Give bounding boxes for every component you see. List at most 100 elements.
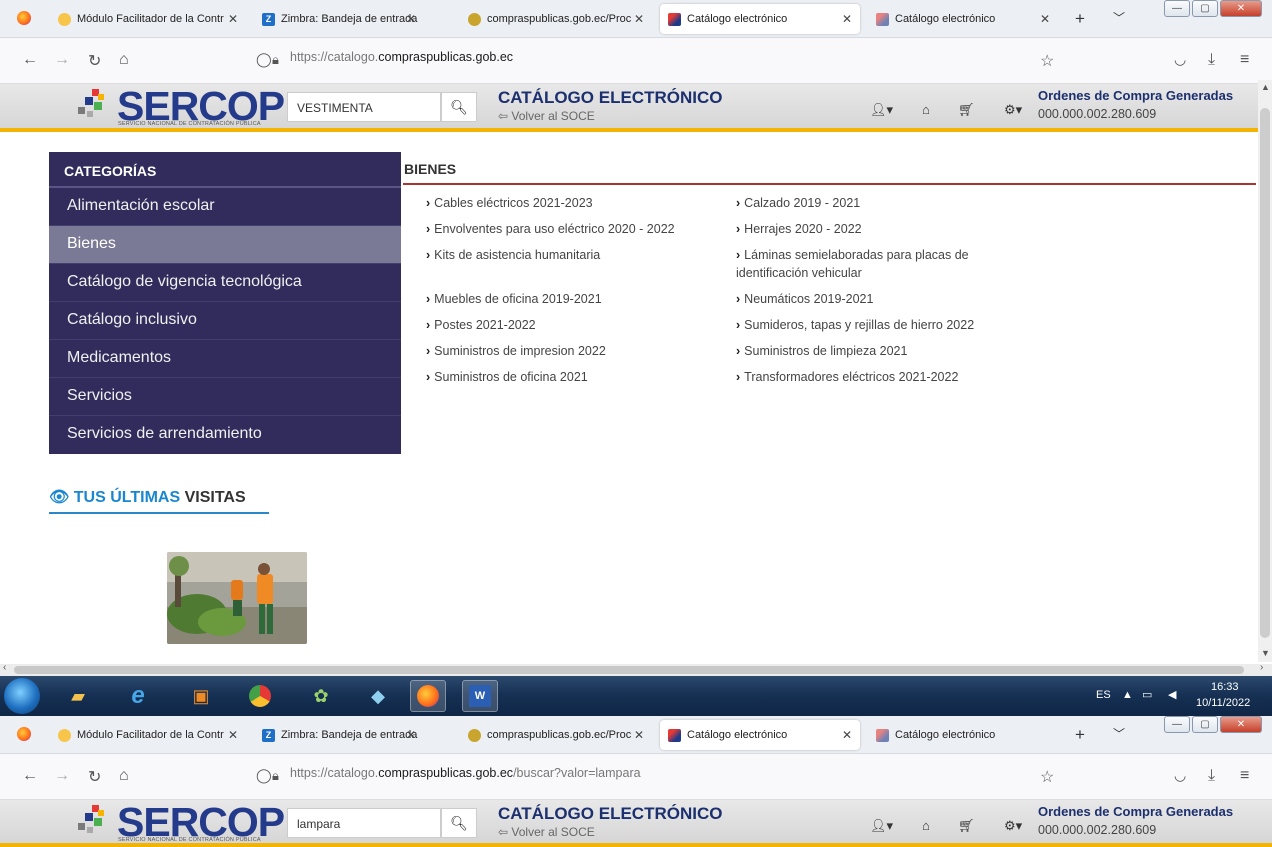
tab-3[interactable]: compraspublicas.gob.ec/Proc ✕	[460, 720, 652, 750]
network-icon[interactable]: ▭	[1142, 688, 1152, 701]
cart-icon[interactable]: 🛒︎	[958, 818, 975, 834]
user-menu-icon[interactable]: 👤︎▾	[870, 102, 893, 118]
minimize-icon[interactable]: —	[1164, 0, 1190, 17]
sidebar-item-bienes[interactable]: Bienes	[49, 226, 401, 264]
bienes-link[interactable]: › Neumáticos 2019-2021	[736, 290, 873, 308]
home-icon[interactable]: ⌂	[119, 51, 129, 69]
back-to-soce-link[interactable]: ⇦ Volver al SOCE	[498, 825, 595, 839]
bienes-link[interactable]: › Muebles de oficina 2019-2021	[426, 290, 602, 308]
menu-icon[interactable]: ≡	[1240, 767, 1249, 785]
firefox-icon[interactable]	[17, 727, 31, 741]
close-tab-icon[interactable]: ✕	[842, 12, 852, 26]
bienes-link[interactable]: › Calzado 2019 - 2021	[736, 194, 860, 212]
scroll-up-icon[interactable]: ▲	[1261, 82, 1270, 92]
search-button[interactable]: 🔍︎	[441, 92, 477, 122]
user-menu-icon[interactable]: 👤︎▾	[870, 818, 893, 834]
home-icon[interactable]: ⌂	[119, 767, 129, 785]
home-icon[interactable]: ⌂	[922, 102, 930, 117]
sidebar-item-alimentacion[interactable]: Alimentación escolar	[49, 188, 401, 226]
star-icon[interactable]: ☆	[1040, 51, 1054, 71]
sticky-notes-icon[interactable]: ◆	[360, 680, 396, 712]
language-indicator[interactable]: ES	[1096, 689, 1111, 701]
menu-icon[interactable]: ≡	[1240, 51, 1249, 69]
sidebar-item-servicios[interactable]: Servicios	[49, 378, 401, 416]
download-icon[interactable]: ⤓	[1208, 767, 1215, 785]
new-tab-icon[interactable]: +	[1075, 9, 1085, 29]
close-tab-icon[interactable]: ✕	[228, 728, 238, 742]
clock-date[interactable]: 10/11/2022	[1196, 697, 1250, 709]
firefox-icon[interactable]	[17, 11, 31, 25]
gear-icon[interactable]: ⚙▾	[1004, 818, 1022, 834]
scrollbar-thumb[interactable]	[1260, 108, 1270, 638]
close-window-icon[interactable]: ✕	[1220, 0, 1262, 17]
bienes-link[interactable]: › Cables eléctricos 2021-2023	[426, 194, 593, 212]
close-tab-icon[interactable]: ✕	[1040, 12, 1050, 26]
search-input[interactable]: lampara	[287, 808, 441, 838]
close-tab-icon[interactable]: ✕	[634, 728, 644, 742]
bienes-link[interactable]: › Kits de asistencia humanitaria	[426, 246, 600, 264]
forward-arrow-icon[interactable]: →	[54, 767, 70, 785]
clock-time[interactable]: 16:33	[1211, 681, 1239, 693]
bienes-link[interactable]: › Transformadores eléctricos 2021-2022	[736, 368, 958, 386]
tab-3[interactable]: compraspublicas.gob.ec/Proc ✕	[460, 4, 652, 34]
bienes-link[interactable]: › Herrajes 2020 - 2022	[736, 220, 862, 238]
minimize-icon[interactable]: —	[1164, 716, 1190, 733]
chrome-icon[interactable]	[242, 680, 278, 712]
bienes-link[interactable]: › Suministros de limpieza 2021	[736, 342, 907, 360]
tab-2[interactable]: Z Zimbra: Bandeja de entrada ✕	[254, 720, 424, 750]
recent-visit-thumbnail[interactable]	[167, 552, 307, 644]
app-icon[interactable]: ✿	[303, 680, 339, 712]
bienes-link[interactable]: › Suministros de impresion 2022	[426, 342, 606, 360]
sidebar-item-vigencia[interactable]: Catálogo de vigencia tecnológica	[49, 264, 401, 302]
new-tab-icon[interactable]: +	[1075, 725, 1085, 745]
close-window-icon[interactable]: ✕	[1220, 716, 1262, 733]
volume-icon[interactable]: ◀	[1168, 688, 1176, 701]
gear-icon[interactable]: ⚙▾	[1004, 102, 1022, 118]
start-button[interactable]	[4, 678, 40, 714]
tab-1[interactable]: Módulo Facilitador de la Contr ✕	[50, 4, 246, 34]
close-tab-icon[interactable]: ✕	[842, 728, 852, 742]
scroll-left-icon[interactable]: ‹	[3, 662, 6, 673]
internet-explorer-icon[interactable]: e	[120, 680, 156, 712]
star-icon[interactable]: ☆	[1040, 767, 1054, 787]
chevron-down-icon[interactable]: ﹀	[1113, 725, 1125, 742]
close-tab-icon[interactable]: ✕	[406, 728, 416, 742]
bienes-link[interactable]: › Láminas semielaboradas para placas de i…	[736, 246, 1006, 282]
tab-5[interactable]: Catálogo electrónico	[868, 720, 1058, 750]
pocket-icon[interactable]: ◡	[1174, 767, 1186, 784]
back-arrow-icon[interactable]: ←	[22, 51, 38, 69]
tab-4-active[interactable]: Catálogo electrónico ✕	[660, 4, 860, 34]
lock-icon[interactable]: 🔒︎	[272, 52, 279, 68]
download-icon[interactable]: ⤓	[1208, 51, 1215, 69]
url-bar[interactable]: https://catalogo.compraspublicas.gob.ec/…	[290, 766, 641, 780]
close-tab-icon[interactable]: ✕	[406, 12, 416, 26]
reload-icon[interactable]: ↻	[88, 767, 101, 787]
scroll-down-icon[interactable]: ▼	[1261, 648, 1270, 658]
bienes-link[interactable]: › Postes 2021-2022	[426, 316, 536, 334]
folder-icon[interactable]: ▰	[60, 680, 96, 712]
shield-outline-icon[interactable]: ◯	[256, 767, 272, 784]
media-player-icon[interactable]: ▣	[183, 680, 219, 712]
forward-arrow-icon[interactable]: →	[54, 51, 70, 69]
sidebar-item-arrendamiento[interactable]: Servicios de arrendamiento	[49, 416, 401, 454]
cart-icon[interactable]: 🛒︎	[958, 102, 975, 118]
bienes-link[interactable]: › Envolventes para uso eléctrico 2020 - 2…	[426, 220, 675, 238]
url-bar[interactable]: https://catalogo.compraspublicas.gob.ec	[290, 50, 513, 64]
sidebar-item-medicamentos[interactable]: Medicamentos	[49, 340, 401, 378]
tab-4-active[interactable]: Catálogo electrónico ✕	[660, 720, 860, 750]
tab-2[interactable]: Z Zimbra: Bandeja de entrada ✕	[254, 4, 424, 34]
tray-arrow-icon[interactable]: ▲	[1122, 689, 1133, 701]
vertical-scrollbar[interactable]: ▲ ▼	[1258, 80, 1272, 662]
tab-1[interactable]: Módulo Facilitador de la Contr ✕	[50, 720, 246, 750]
tab-5[interactable]: Catálogo electrónico ✕	[868, 4, 1058, 34]
sidebar-item-inclusivo[interactable]: Catálogo inclusivo	[49, 302, 401, 340]
back-arrow-icon[interactable]: ←	[22, 767, 38, 785]
horizontal-scrollbar[interactable]: ‹ ›	[0, 662, 1272, 676]
scroll-right-icon[interactable]: ›	[1260, 662, 1263, 673]
maximize-icon[interactable]: ▢	[1192, 0, 1218, 17]
close-tab-icon[interactable]: ✕	[228, 12, 238, 26]
shield-outline-icon[interactable]: ◯	[256, 51, 272, 68]
chevron-down-icon[interactable]: ﹀	[1113, 9, 1125, 26]
word-icon[interactable]: W	[462, 680, 498, 712]
search-button[interactable]: 🔍︎	[441, 808, 477, 838]
